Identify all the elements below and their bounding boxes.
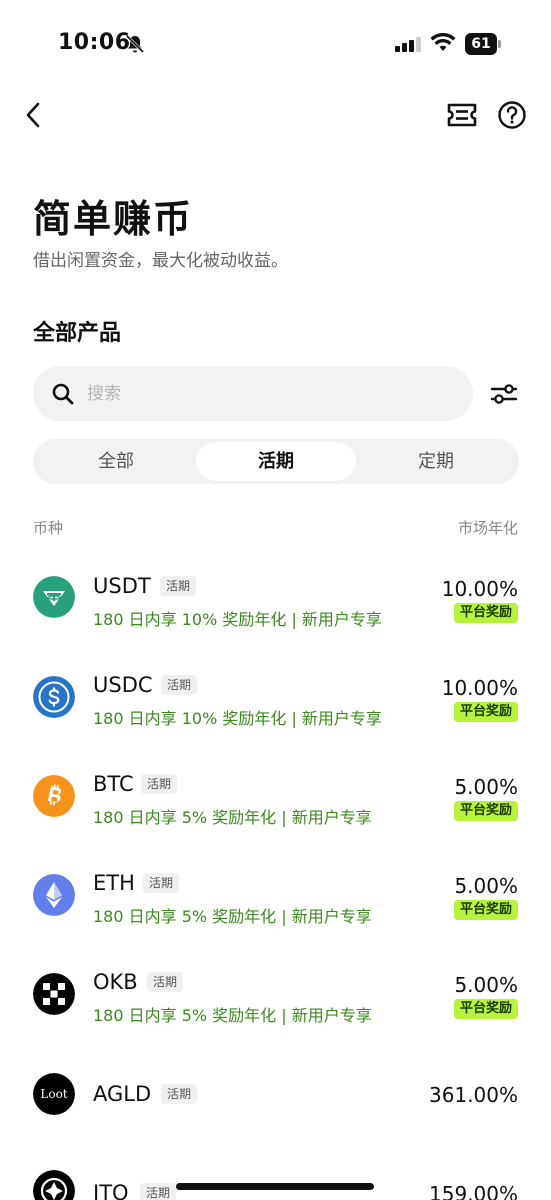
status-bar: 10:06 61 <box>0 0 551 90</box>
back-arrow-icon[interactable] <box>22 101 46 129</box>
product-tag: 活期 <box>161 675 198 695</box>
eth-icon <box>33 874 75 916</box>
apr-value: 10.00% <box>441 676 518 700</box>
usdt-icon <box>33 576 75 618</box>
coin-name: BTC <box>93 772 134 796</box>
home-indicator[interactable] <box>176 1183 374 1190</box>
product-tag: 活期 <box>161 1084 198 1104</box>
apr-value: 5.00% <box>454 775 518 799</box>
loot-icon: Loot <box>33 1073 75 1115</box>
coin-name: OKB <box>93 970 138 994</box>
usdc-icon <box>33 676 75 718</box>
product-tag: 活期 <box>143 873 180 893</box>
platform-reward-badge: 平台奖励 <box>453 702 518 722</box>
btc-icon <box>33 775 75 817</box>
bell-muted-icon <box>125 34 145 54</box>
apr-value: 10.00% <box>441 577 518 601</box>
page-subtitle: 借出闲置资金，最大化被动收益。 <box>33 251 288 271</box>
tab-all[interactable]: 全部 <box>36 442 196 481</box>
tab-flexible[interactable]: 活期 <box>196 442 356 481</box>
battery-level: 61 <box>465 33 497 55</box>
battery-indicator: 61 <box>465 33 501 55</box>
cellular-signal-icon <box>395 37 421 52</box>
coin-name: JTO <box>93 1181 129 1200</box>
promo-text: 180 日内享 5% 奖励年化 | 新用户专享 <box>93 808 372 827</box>
platform-reward-badge: 平台奖励 <box>453 603 518 623</box>
product-tag: 活期 <box>160 576 197 596</box>
coin-name: USDT <box>93 574 151 598</box>
coin-name: ETH <box>93 871 135 895</box>
product-tag: 活期 <box>140 1183 177 1200</box>
platform-reward-badge: 平台奖励 <box>453 900 518 920</box>
promo-text: 180 日内享 10% 奖励年化 | 新用户专享 <box>93 709 382 728</box>
page-title: 简单赚币 <box>33 197 194 241</box>
promo-text: 180 日内享 5% 奖励年化 | 新用户专享 <box>93 907 372 926</box>
product-row-usdc[interactable]: USDC 活期 180 日内享 10% 奖励年化 | 新用户专享 10.00% … <box>0 654 551 744</box>
product-tag: 活期 <box>141 774 178 794</box>
product-row-agld[interactable]: Loot AGLD 活期 361.00% <box>0 1050 551 1140</box>
promo-text: 180 日内享 10% 奖励年化 | 新用户专享 <box>93 610 382 629</box>
status-time: 10:06 <box>58 30 131 55</box>
tab-fixed[interactable]: 定期 <box>356 442 516 481</box>
ticket-icon[interactable] <box>446 100 478 130</box>
okb-icon <box>33 973 75 1015</box>
column-header-coin: 币种 <box>33 519 64 537</box>
help-circle-icon[interactable] <box>497 100 527 130</box>
product-type-tabs: 全部 活期 定期 <box>33 439 519 484</box>
search-icon <box>52 383 74 405</box>
filter-sliders-icon[interactable] <box>489 380 519 408</box>
apr-value: 5.00% <box>454 973 518 997</box>
product-row-btc[interactable]: BTC 活期 180 日内享 5% 奖励年化 | 新用户专享 5.00% 平台奖… <box>0 753 551 843</box>
platform-reward-badge: 平台奖励 <box>453 801 518 821</box>
coin-name: AGLD <box>93 1082 152 1106</box>
search-box[interactable] <box>33 366 473 421</box>
coin-name: USDC <box>93 673 153 697</box>
loot-icon-text: Loot <box>40 1087 67 1101</box>
product-row-usdt[interactable]: USDT 活期 180 日内享 10% 奖励年化 | 新用户专享 10.00% … <box>0 555 551 645</box>
wifi-icon <box>430 33 456 51</box>
apr-value: 159.00% <box>429 1182 518 1200</box>
search-input[interactable] <box>87 366 457 421</box>
section-title: 全部产品 <box>33 321 122 346</box>
apr-value: 361.00% <box>429 1083 518 1107</box>
apr-value: 5.00% <box>454 874 518 898</box>
promo-text: 180 日内享 5% 奖励年化 | 新用户专享 <box>93 1006 372 1025</box>
column-header-apr[interactable]: 市场年化 <box>458 517 518 538</box>
product-tag: 活期 <box>147 972 184 992</box>
product-row-eth[interactable]: ETH 活期 180 日内享 5% 奖励年化 | 新用户专享 5.00% 平台奖… <box>0 852 551 942</box>
product-row-jto[interactable]: JTO 活期 159.00% <box>0 1150 551 1200</box>
jto-icon <box>33 1170 75 1200</box>
product-row-okb[interactable]: OKB 活期 180 日内享 5% 奖励年化 | 新用户专享 5.00% 平台奖… <box>0 951 551 1041</box>
battery-tip <box>498 40 501 48</box>
platform-reward-badge: 平台奖励 <box>453 999 518 1019</box>
